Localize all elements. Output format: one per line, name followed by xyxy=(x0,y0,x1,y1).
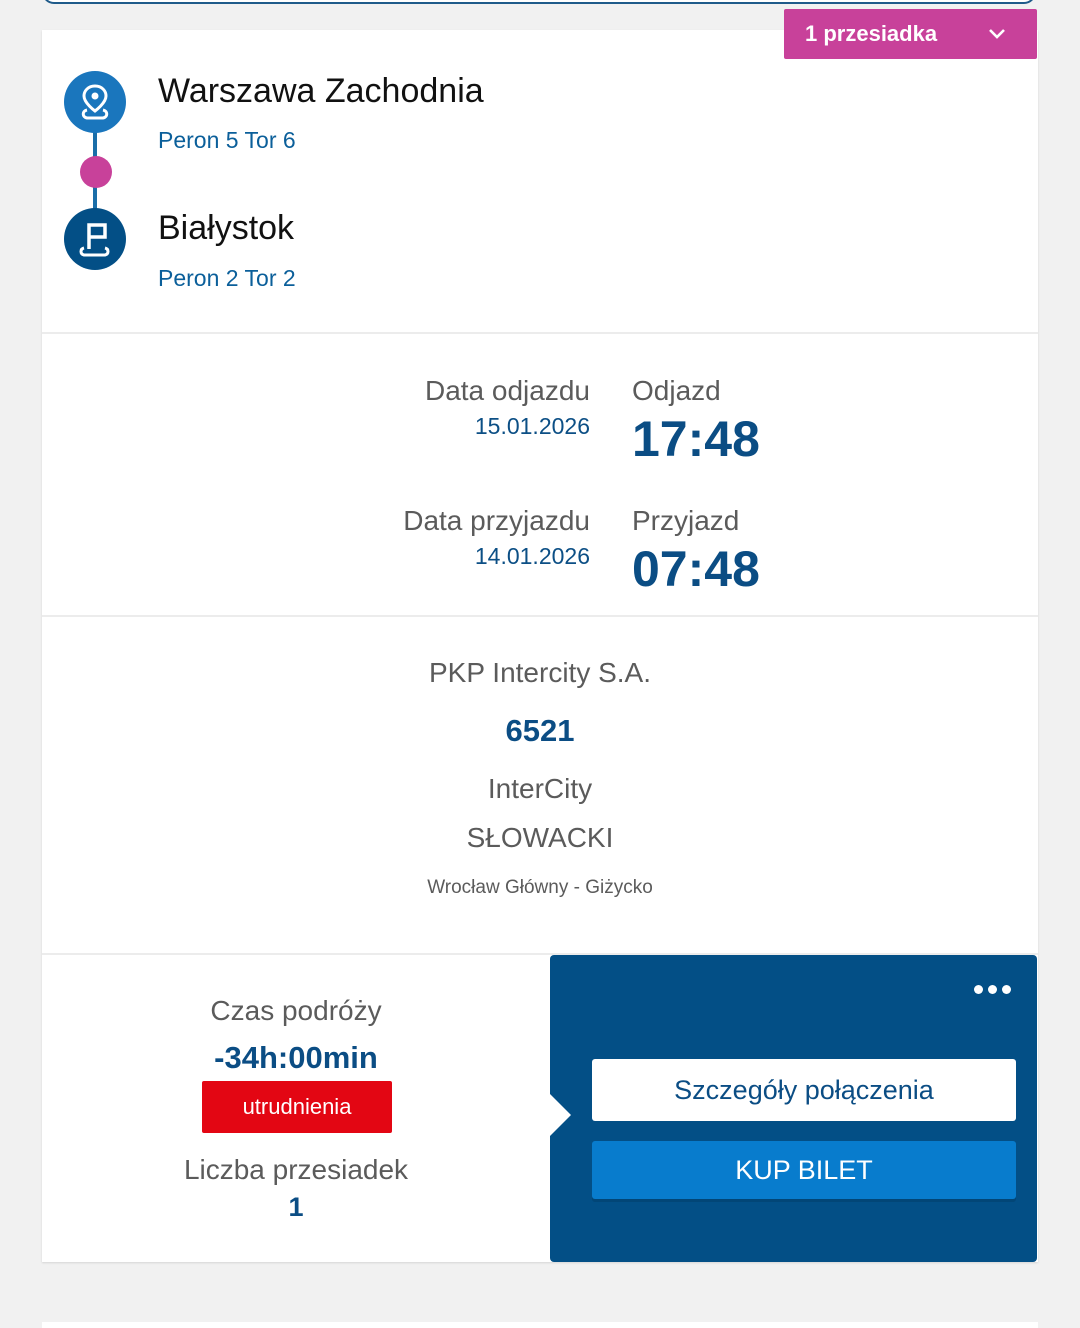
panel-notch xyxy=(549,1093,571,1137)
buy-ticket-button[interactable]: KUP BILET xyxy=(592,1141,1016,1199)
departure-time: 17:48 xyxy=(632,411,760,467)
train-number: 6521 xyxy=(505,713,575,748)
arrival-time: 07:48 xyxy=(632,541,760,597)
divider xyxy=(42,615,1038,617)
train-relation: Wrocław Główny - Giżycko xyxy=(427,877,653,898)
arrival-date-label: Data przyjazdu xyxy=(403,505,590,536)
destination-platform: Peron 2 Tor 2 xyxy=(158,265,296,291)
more-dots-icon[interactable] xyxy=(974,985,1011,994)
duration-value: -34h:00min xyxy=(214,1040,378,1075)
connection-card: Warszawa Zachodnia Peron 5 Tor 6 Białyst… xyxy=(42,30,1038,1262)
chevron-down-icon xyxy=(989,29,1005,39)
destination-station-name: Białystok xyxy=(158,209,295,247)
origin-platform: Peron 5 Tor 6 xyxy=(158,127,296,153)
transfers-count: 1 xyxy=(288,1192,304,1222)
departure-date-label: Data odjazdu xyxy=(424,375,590,406)
train-category: InterCity xyxy=(487,773,593,804)
disruption-badge: utrudnienia xyxy=(202,1081,392,1133)
departure-date: 15.01.2026 xyxy=(474,413,590,439)
carrier-name: PKP Intercity S.A. xyxy=(428,657,652,688)
departure-time-label: Odjazd xyxy=(632,375,721,406)
transfers-label: Liczba przesiadek xyxy=(183,1154,409,1185)
previous-card-edge xyxy=(42,0,1036,4)
divider xyxy=(42,332,1038,334)
arrival-date: 14.01.2026 xyxy=(474,543,590,569)
transfer-count-label: 1 przesiadka xyxy=(805,21,938,46)
next-card-edge xyxy=(42,1322,1038,1328)
train-name: SŁOWACKI xyxy=(466,822,614,853)
transfer-dot xyxy=(80,156,112,188)
connection-details-button[interactable]: Szczegóły połączenia xyxy=(592,1059,1016,1121)
duration-label: Czas podróży xyxy=(210,995,382,1026)
flag-icon xyxy=(64,208,126,270)
origin-station-name: Warszawa Zachodnia xyxy=(158,72,484,110)
action-panel: Szczegóły połączenia KUP BILET xyxy=(549,955,1037,1262)
arrival-time-label: Przyjazd xyxy=(632,505,740,536)
transfer-count-dropdown[interactable]: 1 przesiadka xyxy=(784,9,1037,59)
map-pin-icon xyxy=(64,71,126,133)
